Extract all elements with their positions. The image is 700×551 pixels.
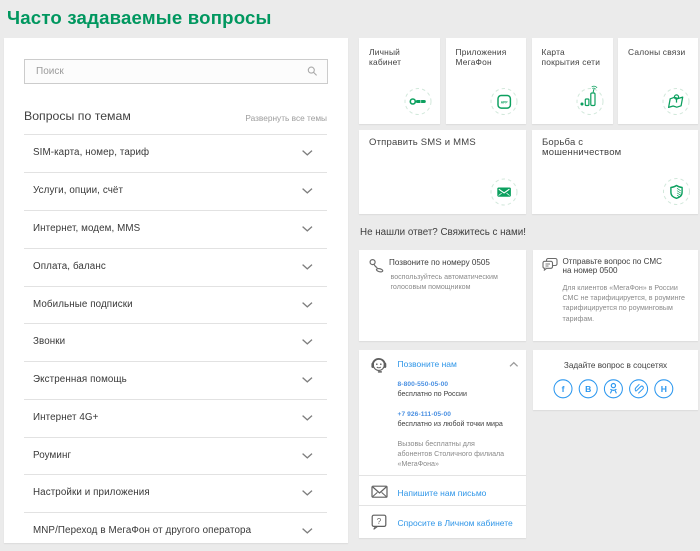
svg-text:APP: APP	[501, 100, 509, 104]
svg-text:Н: Н	[661, 384, 667, 394]
svg-text:?: ?	[377, 517, 382, 526]
svg-text:В: В	[585, 384, 591, 394]
svg-text:f: f	[562, 384, 565, 394]
